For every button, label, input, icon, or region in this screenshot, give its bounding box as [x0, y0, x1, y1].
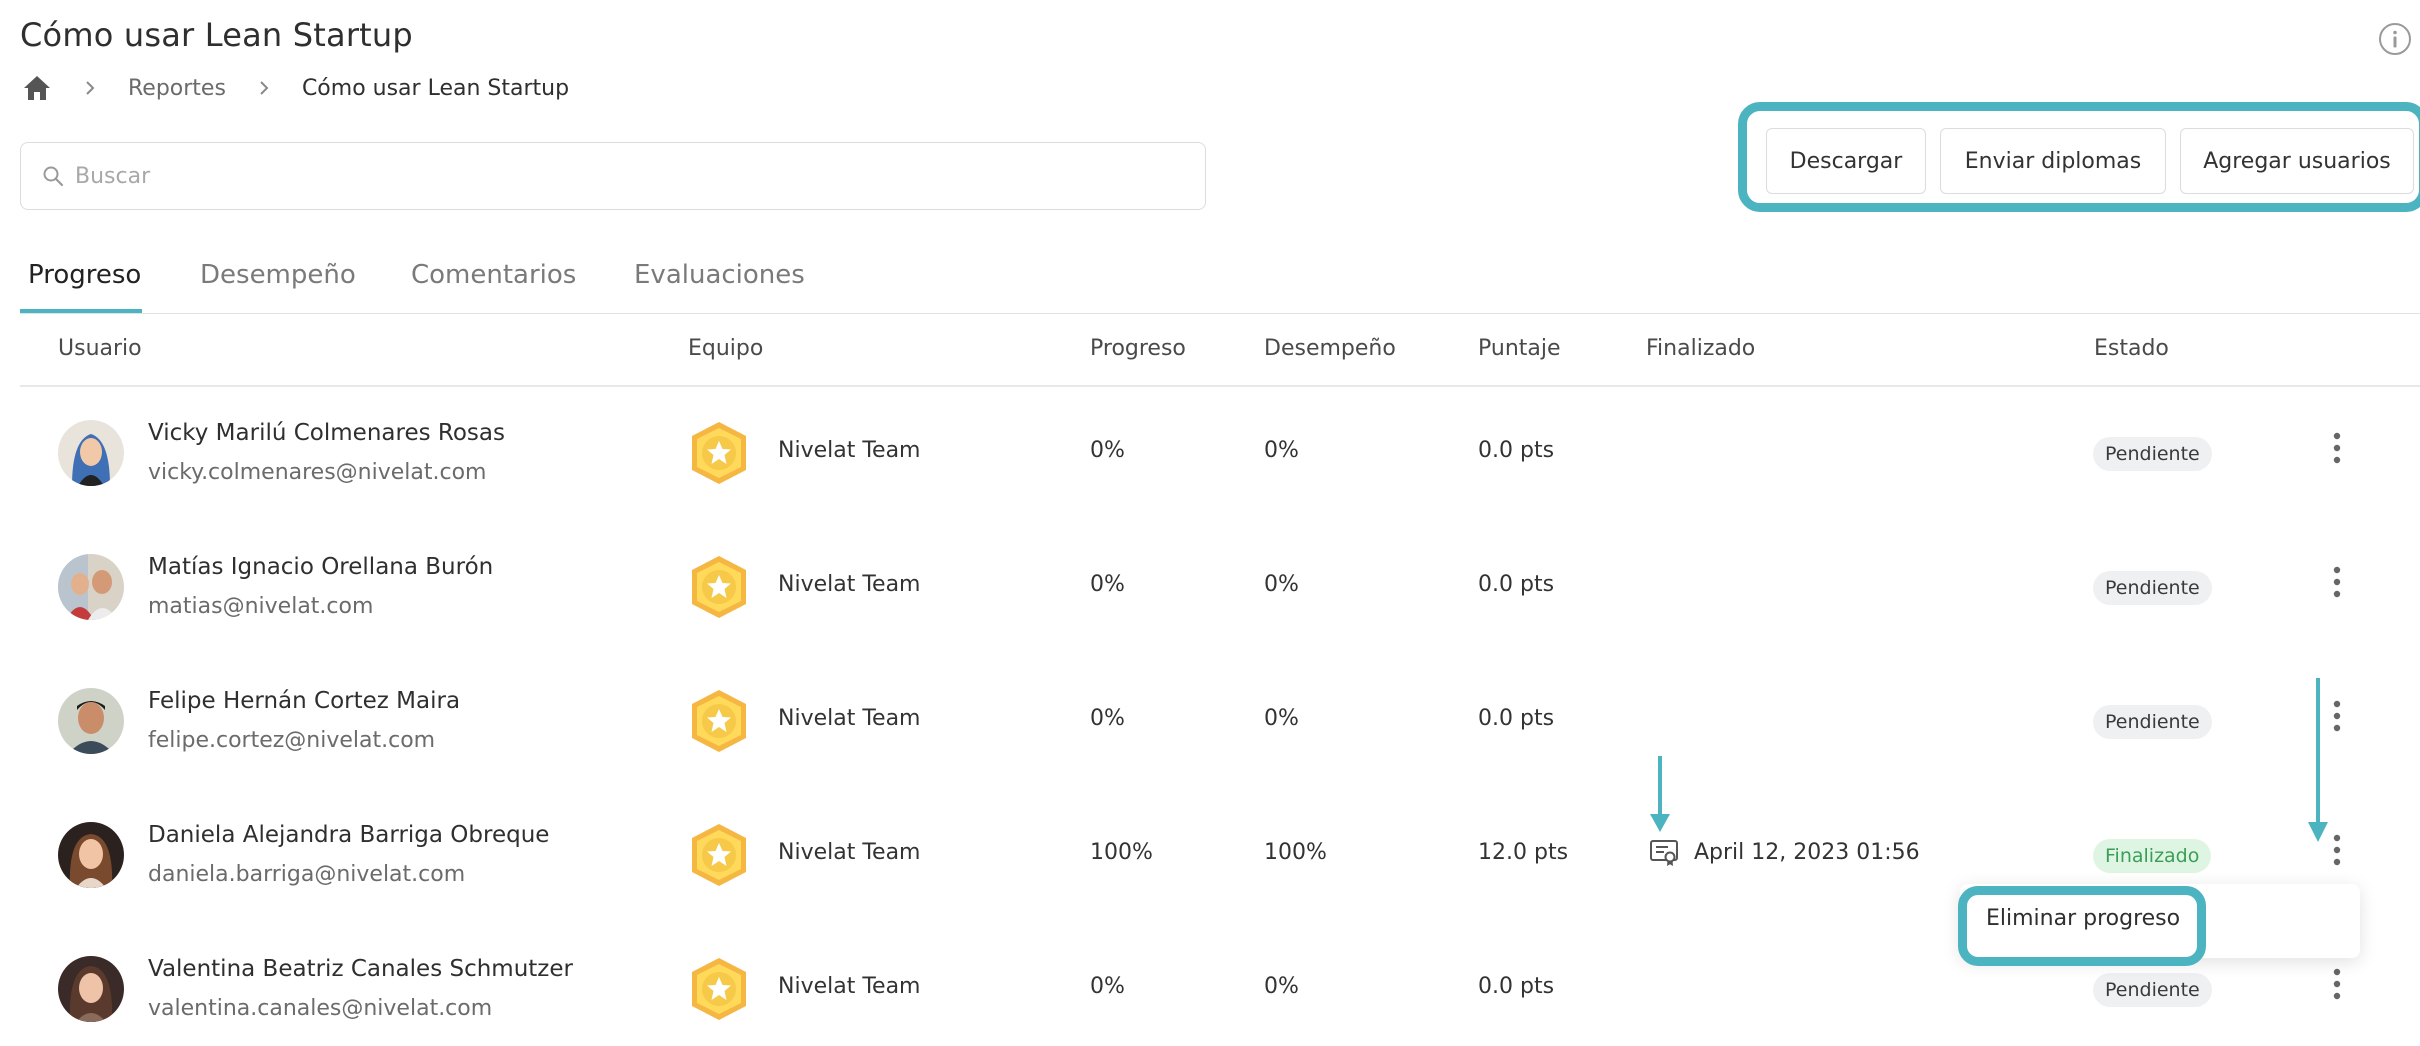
- tab-desempeno[interactable]: Desempeño: [200, 260, 356, 314]
- kebab-menu-icon[interactable]: [2324, 562, 2350, 602]
- download-button[interactable]: Descargar: [1766, 128, 1926, 194]
- team-name: Nivelat Team: [778, 840, 921, 865]
- breadcrumb-reportes[interactable]: Reportes: [128, 76, 226, 101]
- finished-date[interactable]: April 12, 2023 01:56: [1648, 836, 1920, 868]
- team-name: Nivelat Team: [778, 572, 921, 597]
- page-title: Cómo usar Lean Startup: [20, 16, 413, 54]
- tab-comentarios[interactable]: Comentarios: [411, 260, 576, 314]
- finished-date-text: April 12, 2023 01:56: [1694, 839, 1920, 865]
- score-value: 0.0 pts: [1478, 706, 1555, 731]
- menu-item-highlight: [1958, 886, 2206, 966]
- tab-evaluaciones[interactable]: Evaluaciones: [634, 260, 805, 314]
- progress-value: 0%: [1090, 438, 1125, 463]
- home-icon[interactable]: [22, 74, 52, 102]
- user-email: valentina.canales@nivelat.com: [148, 996, 493, 1021]
- performance-value: 0%: [1264, 706, 1299, 731]
- user-name: Valentina Beatriz Canales Schmutzer: [148, 956, 573, 982]
- kebab-menu-icon[interactable]: [2324, 964, 2350, 1004]
- info-icon[interactable]: [2378, 22, 2412, 56]
- annotation-arrow-icon: [2308, 678, 2328, 842]
- active-tab-indicator: [20, 309, 142, 313]
- search-input[interactable]: [75, 163, 1175, 189]
- diploma-icon[interactable]: [1648, 836, 1680, 868]
- status-badge: Pendiente: [2093, 571, 2212, 605]
- performance-value: 0%: [1264, 974, 1299, 999]
- performance-value: 0%: [1264, 438, 1299, 463]
- column-header-estado: Estado: [2094, 336, 2169, 361]
- table-row: Felipe Hernán Cortez Maira felipe.cortez…: [0, 654, 2420, 788]
- progress-value: 100%: [1090, 840, 1153, 865]
- add-users-button[interactable]: Agregar usuarios: [2180, 128, 2414, 194]
- breadcrumb-current: Cómo usar Lean Startup: [301, 75, 570, 101]
- tab-bar: Progreso Desempeño Comentarios Evaluacio…: [20, 256, 2420, 314]
- user-name: Matías Ignacio Orellana Burón: [148, 554, 494, 580]
- column-header-finalizado: Finalizado: [1646, 336, 1756, 361]
- user-email: vicky.colmenares@nivelat.com: [148, 460, 487, 485]
- avatar[interactable]: [58, 822, 124, 888]
- annotation-arrow-icon: [1650, 756, 1670, 832]
- score-value: 0.0 pts: [1478, 974, 1555, 999]
- search-box[interactable]: [20, 142, 1206, 210]
- performance-value: 100%: [1264, 840, 1327, 865]
- chevron-right-icon: [260, 81, 269, 95]
- score-value: 12.0 pts: [1478, 840, 1569, 865]
- table-row: Matías Ignacio Orellana Burón matias@niv…: [0, 520, 2420, 654]
- user-email: matias@nivelat.com: [148, 594, 374, 619]
- tab-progreso[interactable]: Progreso: [28, 260, 141, 314]
- score-value: 0.0 pts: [1478, 572, 1555, 597]
- user-name: Felipe Hernán Cortez Maira: [148, 688, 461, 714]
- team-badge-icon: [692, 690, 746, 752]
- avatar[interactable]: [58, 554, 124, 620]
- score-value: 0.0 pts: [1478, 438, 1555, 463]
- team-badge-icon: [692, 824, 746, 886]
- send-diplomas-button[interactable]: Enviar diplomas: [1940, 128, 2166, 194]
- avatar[interactable]: [58, 420, 124, 486]
- status-badge: Pendiente: [2093, 437, 2212, 471]
- team-badge-icon: [692, 556, 746, 618]
- performance-value: 0%: [1264, 572, 1299, 597]
- team-name: Nivelat Team: [778, 974, 921, 999]
- progress-value: 0%: [1090, 974, 1125, 999]
- status-badge: Pendiente: [2093, 705, 2212, 739]
- user-name: Vicky Marilú Colmenares Rosas: [148, 420, 505, 446]
- progress-value: 0%: [1090, 706, 1125, 731]
- user-email: felipe.cortez@nivelat.com: [148, 728, 436, 753]
- column-header-progreso: Progreso: [1090, 336, 1186, 361]
- kebab-menu-icon[interactable]: [2324, 428, 2350, 468]
- avatar[interactable]: [58, 688, 124, 754]
- chevron-right-icon: [86, 81, 95, 95]
- column-header-usuario: Usuario: [58, 336, 142, 361]
- table-row: Vicky Marilú Colmenares Rosas vicky.colm…: [0, 386, 2420, 520]
- team-badge-icon: [692, 958, 746, 1020]
- column-header-puntaje: Puntaje: [1478, 336, 1561, 361]
- team-badge-icon: [692, 422, 746, 484]
- user-email: daniela.barriga@nivelat.com: [148, 862, 466, 887]
- column-header-equipo: Equipo: [688, 336, 764, 361]
- team-name: Nivelat Team: [778, 706, 921, 731]
- breadcrumb: Reportes Cómo usar Lean Startup: [22, 72, 569, 104]
- status-badge: Finalizado: [2093, 839, 2212, 873]
- user-name: Daniela Alejandra Barriga Obreque: [148, 822, 550, 848]
- avatar[interactable]: [58, 956, 124, 1022]
- team-name: Nivelat Team: [778, 438, 921, 463]
- progress-value: 0%: [1090, 572, 1125, 597]
- column-header-desempeno: Desempeño: [1264, 336, 1396, 361]
- search-icon: [43, 166, 64, 187]
- status-badge: Pendiente: [2093, 973, 2212, 1007]
